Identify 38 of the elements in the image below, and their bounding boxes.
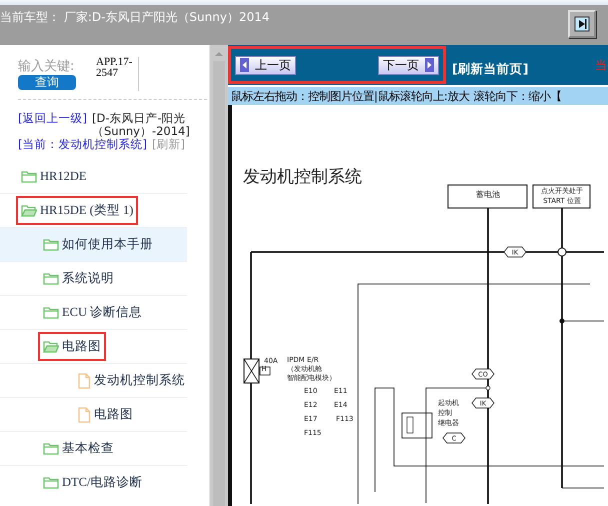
tree-item[interactable]: 电路图 xyxy=(0,397,188,431)
tree-item-label: DTC/电路诊断 xyxy=(62,474,142,491)
tree-item[interactable]: 发动机控制系统 xyxy=(0,363,188,397)
previous-page-button[interactable]: 上一页 xyxy=(235,56,296,74)
tree-item-label: 电路图 xyxy=(62,338,101,355)
tree-item-label: HR12DE xyxy=(40,168,87,184)
diagram-title: 发动机控制系统 xyxy=(243,167,362,187)
scroll-up-icon xyxy=(214,51,224,57)
current-section-link[interactable]: [当前：发动机控制系统] xyxy=(18,138,147,151)
scrollbar[interactable] xyxy=(209,45,228,506)
back-link[interactable]: [返回上一级] xyxy=(18,112,87,125)
tree-item[interactable]: ECU 诊断信息 xyxy=(0,295,188,329)
tree-item-label: ECU 诊断信息 xyxy=(62,304,142,321)
current-label: 当 xyxy=(595,56,607,74)
tree-item[interactable]: HR12DE xyxy=(0,159,188,193)
refresh-page-link[interactable]: [刷新当前页] xyxy=(452,60,528,78)
document-icon xyxy=(77,406,91,422)
exit-button[interactable] xyxy=(568,10,596,38)
tree-item[interactable]: 电路图 xyxy=(0,329,188,363)
model-path-text: [D-东风日产-阳光（Sunny）-2014] xyxy=(92,112,191,138)
tree-item-label: 如何使用本手册 xyxy=(62,236,153,253)
tree-item[interactable]: 如何使用本手册 xyxy=(0,227,188,261)
tree-item-label: 电路图 xyxy=(94,406,133,423)
tree-item[interactable]: DTC/电路诊断 xyxy=(0,465,188,499)
tree-item-label: HR15DE (类型 1) xyxy=(40,202,134,219)
tree-item-label: 发动机控制系统 xyxy=(94,372,185,389)
tree-item-label: 基本检查 xyxy=(62,440,114,457)
tree-item-label: 系统说明 xyxy=(62,270,114,287)
search-button[interactable]: 查询 xyxy=(18,75,76,90)
tree-item[interactable]: 系统说明 xyxy=(0,261,188,295)
search-code-text: APP.17-2547 xyxy=(96,57,139,91)
document-icon xyxy=(77,372,91,388)
current-model-title: 当前车型： 厂家:D-东风日产阳光（Sunny）2014 xyxy=(0,9,270,26)
keyword-label: 输入关键: xyxy=(18,58,76,75)
next-page-button[interactable]: 下一页 xyxy=(378,56,439,74)
usage-hint: 鼠标左右拖动：控制图片位置|鼠标滚轮向上:放大 滚轮向下：缩小【 xyxy=(228,87,608,105)
tree-item[interactable]: 基本检查 xyxy=(0,431,188,465)
diagram-label: 蓄电池 xyxy=(476,190,500,199)
